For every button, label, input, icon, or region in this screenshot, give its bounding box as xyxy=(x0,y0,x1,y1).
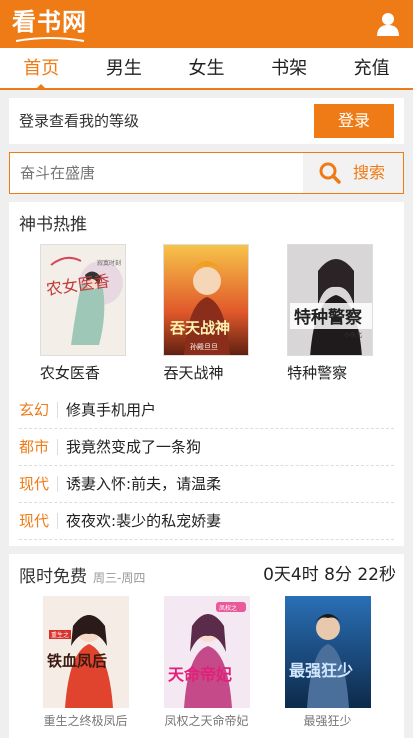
free-section: 限时免费周三-周四 0天4时 8分 22秒 重生之 铁血凤后 重生之终极凤后 xyxy=(9,554,404,738)
book-cover-art: 特种警察 小东北 xyxy=(288,245,373,355)
nav-item-label: 充值 xyxy=(353,58,390,79)
list-item-title: 夜夜欢:裴少的私宠娇妻 xyxy=(66,512,222,530)
book-cover: 农女医香 寂寞时刻 xyxy=(39,244,126,356)
countdown-timer: 0天4时 8分 22秒 xyxy=(263,565,396,585)
book-card[interactable]: 最强狂少 最强狂少 xyxy=(273,596,383,729)
book-card[interactable]: 凤权之 天命帝妃 凤权之天命帝妃 xyxy=(152,596,262,729)
genre-tag[interactable]: 现代 xyxy=(19,476,59,492)
free-title: 限时免费 xyxy=(19,567,87,587)
search-icon xyxy=(319,162,341,184)
book-card[interactable]: 吞天战神 孙殿旦旦 吞天战神 xyxy=(151,244,261,383)
book-cover-art: 农女医香 寂寞时刻 xyxy=(40,245,125,355)
genre-tag[interactable]: 玄幻 xyxy=(19,402,59,418)
logo-text: 看书网 xyxy=(12,8,87,36)
login-button[interactable]: 登录 xyxy=(314,104,394,138)
cover-author: 孙殿旦旦 xyxy=(190,342,218,351)
book-cover-art: 重生之 铁血凤后 xyxy=(42,596,129,708)
section-title: 神书热推 xyxy=(19,215,87,235)
cover-title: 铁血凤后 xyxy=(47,652,107,670)
section-title: 限时免费 周三-周四 xyxy=(19,562,145,587)
search-input[interactable] xyxy=(10,153,302,193)
book-name: 最强狂少 xyxy=(303,714,352,728)
book-name: 凤权之天命帝妃 xyxy=(164,714,249,728)
login-prompt: 登录查看我的等级 xyxy=(19,112,140,130)
book-name: 农女医香 xyxy=(39,364,100,382)
logo-swoosh xyxy=(15,37,85,42)
nav-item-label: 女生 xyxy=(188,58,225,79)
nav-item-label: 男生 xyxy=(105,58,142,79)
top-bar: 看书网 xyxy=(0,0,413,48)
genre-tag[interactable]: 现代 xyxy=(19,513,59,529)
nav-item-label: 书架 xyxy=(271,58,308,79)
hot-list: 玄幻 修真手机用户 都市 我竟然变成了一条狗 现代 诱妻入怀:前夫，请温柔 现代 夜夜欢… xyxy=(19,392,394,540)
nav-underline xyxy=(0,88,413,90)
free-books: 重生之 铁血凤后 重生之终极凤后 凤权之 天命帝妃 凤权之天命帝妃 最强狂少 最… xyxy=(9,596,404,729)
book-cover-art: 凤权之 天命帝妃 xyxy=(163,596,250,708)
nav-item-female[interactable]: 女生 xyxy=(165,48,248,89)
nav-item-home[interactable]: 首页 xyxy=(0,48,83,90)
list-item[interactable]: 都市 我竟然变成了一条狗 xyxy=(19,429,394,466)
book-cover-art: 最强狂少 xyxy=(284,596,371,708)
search-button-label: 搜索 xyxy=(353,163,386,182)
hot-books: 农女医香 寂寞时刻 农女医香 吞天战神 孙殿旦旦 吞天战神 特种警察 小东北 特… xyxy=(9,244,404,383)
main-nav: 首页 男生 女生 书架 充值 xyxy=(0,48,413,90)
user-icon[interactable] xyxy=(377,12,399,36)
nav-item-label: 首页 xyxy=(23,58,60,79)
book-name: 特种警察 xyxy=(287,364,348,382)
book-cover: 特种警察 小东北 xyxy=(287,244,374,356)
nav-item-male[interactable]: 男生 xyxy=(83,48,166,89)
book-cover: 吞天战神 孙殿旦旦 xyxy=(163,244,250,356)
cover-badge: 重生之 xyxy=(51,631,69,639)
genre-tag[interactable]: 都市 xyxy=(19,439,59,455)
list-item-title: 诱妻入怀:前夫，请温柔 xyxy=(66,475,222,493)
book-name: 重生之终极凤后 xyxy=(43,714,128,728)
list-item[interactable]: 现代 诱妻入怀:前夫，请温柔 xyxy=(19,466,394,503)
list-item[interactable]: 现代 夜夜欢:裴少的私宠娇妻 xyxy=(19,503,394,540)
logo[interactable]: 看书网 xyxy=(12,7,92,42)
book-card[interactable]: 特种警察 小东北 特种警察 xyxy=(275,244,385,383)
list-item-title: 修真手机用户 xyxy=(66,401,157,419)
list-item[interactable]: 玄幻 修真手机用户 xyxy=(19,392,394,429)
book-name: 吞天战神 xyxy=(163,364,224,382)
book-cover: 凤权之 天命帝妃 xyxy=(163,596,250,708)
cover-title: 吞天战神 xyxy=(169,319,230,337)
free-subtitle: 周三-周四 xyxy=(93,571,146,585)
search-bar: 搜索 xyxy=(9,152,404,194)
cover-title: 特种警察 xyxy=(294,307,363,328)
login-panel: 登录查看我的等级 登录 xyxy=(9,98,404,144)
book-card[interactable]: 重生之 铁血凤后 重生之终极凤后 xyxy=(31,596,141,729)
book-cover: 重生之 铁血凤后 xyxy=(42,596,129,708)
hot-section: 神书热推 农女医香 寂寞时刻 农女医香 吞天战神 孙殿旦旦 吞天战神 特种警察 … xyxy=(9,202,404,546)
cover-title: 天命帝妃 xyxy=(168,665,232,684)
nav-item-bookshelf[interactable]: 书架 xyxy=(248,48,331,89)
cover-title: 最强狂少 xyxy=(289,661,353,680)
book-card[interactable]: 农女医香 寂寞时刻 农女医香 xyxy=(28,244,138,383)
book-cover: 最强狂少 xyxy=(284,596,371,708)
cover-author: 小东北 xyxy=(344,331,362,339)
list-item-title: 我竟然变成了一条狗 xyxy=(66,438,202,456)
search-button[interactable]: 搜索 xyxy=(303,153,403,193)
cover-author: 寂寞时刻 xyxy=(97,259,121,267)
book-cover-art: 吞天战神 孙殿旦旦 xyxy=(164,245,249,355)
cover-badge: 凤权之 xyxy=(219,604,237,612)
nav-item-recharge[interactable]: 充值 xyxy=(330,48,413,89)
